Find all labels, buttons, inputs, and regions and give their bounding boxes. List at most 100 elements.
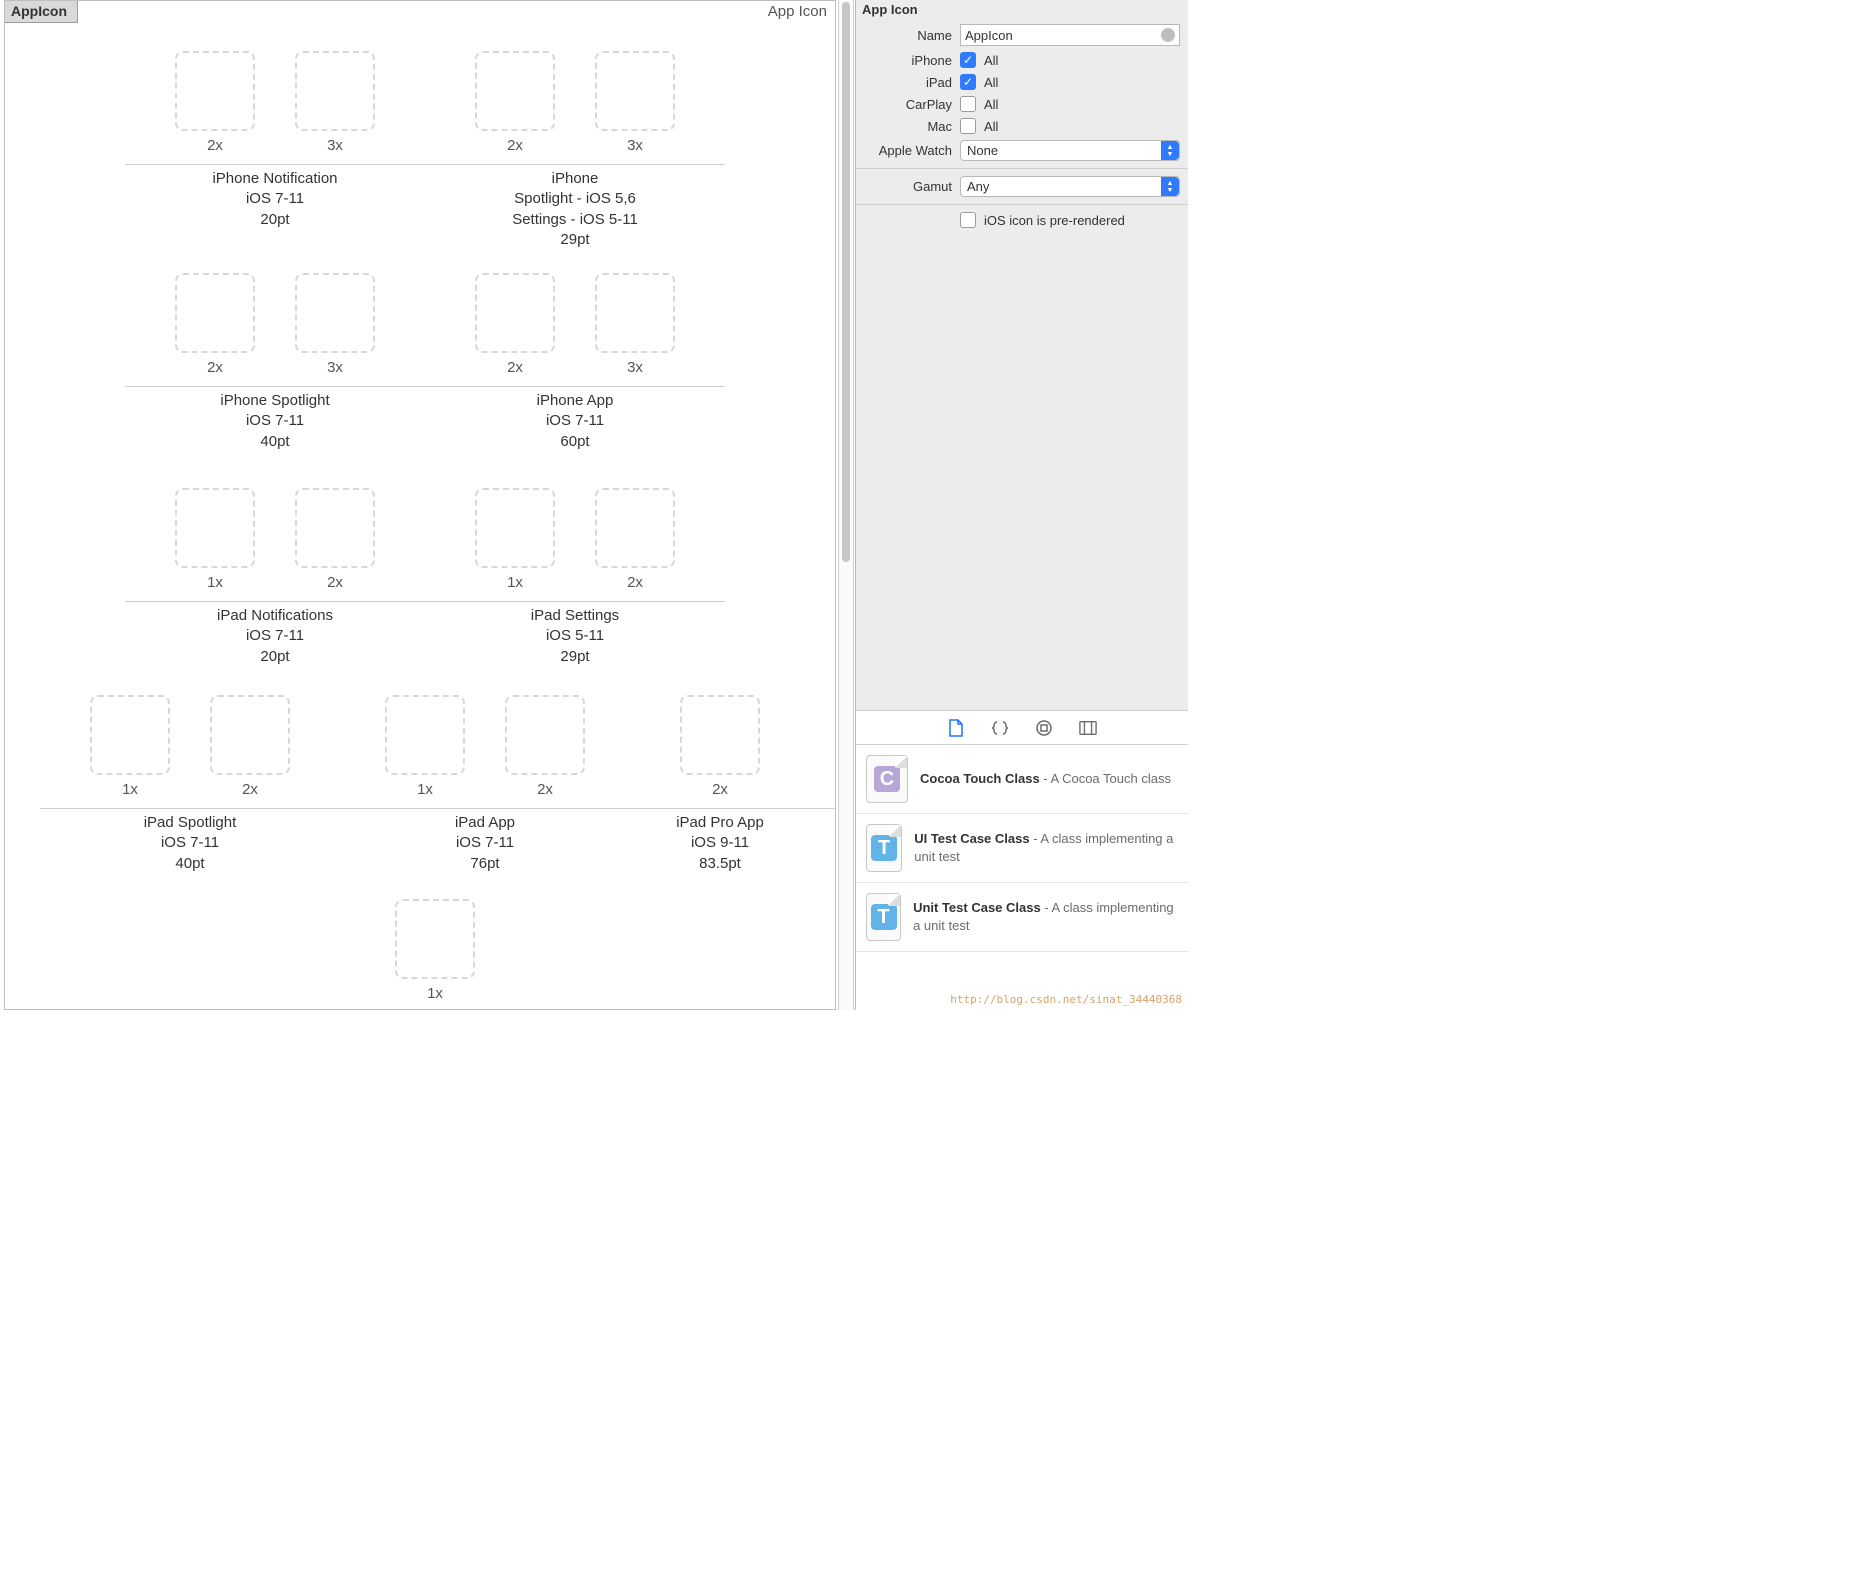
image-well[interactable]: [295, 51, 375, 131]
device-value: All: [984, 53, 998, 68]
asset-kind-label: App Icon: [768, 1, 827, 20]
scale-label: 2x: [242, 781, 258, 798]
image-well[interactable]: [295, 273, 375, 353]
library-item[interactable]: T UI Test Case Class - A class implementi…: [856, 814, 1188, 883]
code-snippet-tab-icon[interactable]: [991, 719, 1009, 737]
scale-label: 1x: [122, 781, 138, 798]
library-item-text: Unit Test Case Class - A class implement…: [913, 899, 1178, 934]
image-well[interactable]: [475, 51, 555, 131]
library-item[interactable]: CCocoa Touch Class - A Cocoa Touch class: [856, 745, 1188, 814]
name-label: Name: [856, 28, 952, 43]
scale-label: 3x: [627, 359, 643, 376]
image-well[interactable]: [680, 695, 760, 775]
device-value: All: [984, 75, 998, 90]
scale-label: 2x: [207, 137, 223, 154]
group-caption: iPad NotificationsiOS 7-1120pt: [125, 606, 425, 667]
scale-label: 3x: [627, 137, 643, 154]
watermark: http://blog.csdn.net/sinat_34440368: [950, 993, 1182, 1006]
clear-icon[interactable]: [1161, 28, 1175, 42]
inspector-row-mac: MacAll: [856, 115, 1188, 137]
scale-label: 1x: [417, 781, 433, 798]
scale-label: 2x: [712, 781, 728, 798]
device-checkbox[interactable]: [960, 118, 976, 134]
image-well[interactable]: [595, 273, 675, 353]
inspector-row-iphone: iPhone All: [856, 49, 1188, 71]
library-item[interactable]: T Unit Test Case Class - A class implemen…: [856, 883, 1188, 952]
device-checkbox[interactable]: [960, 96, 976, 112]
chevron-updown-icon: ▲▼: [1161, 141, 1179, 160]
inspector-title: App Icon: [856, 0, 1188, 21]
icon-group: 2x 3x iPhone SpotlightiOS 7-1140pt: [125, 273, 425, 452]
image-well[interactable]: [175, 51, 255, 131]
device-value: All: [984, 97, 998, 112]
group-caption: iPhoneSpotlight - iOS 5,6Settings - iOS …: [425, 169, 725, 250]
image-well[interactable]: [475, 273, 555, 353]
asset-chip[interactable]: AppIcon: [5, 1, 78, 23]
scale-label: 3x: [327, 359, 343, 376]
scale-label: 2x: [507, 359, 523, 376]
applewatch-label: Apple Watch: [856, 143, 952, 158]
name-field[interactable]: AppIcon: [960, 24, 1180, 46]
gamut-popup[interactable]: Any ▲▼: [960, 176, 1180, 197]
scale-label: 2x: [207, 359, 223, 376]
image-well[interactable]: [595, 488, 675, 568]
file-template-tab-icon[interactable]: [947, 719, 965, 737]
library-list[interactable]: CCocoa Touch Class - A Cocoa Touch class…: [856, 745, 1188, 1010]
name-value: AppIcon: [965, 28, 1013, 43]
inspector-row-carplay: CarPlayAll: [856, 93, 1188, 115]
image-well[interactable]: [595, 51, 675, 131]
image-well[interactable]: [475, 488, 555, 568]
image-well[interactable]: [90, 695, 170, 775]
device-checkbox[interactable]: [960, 74, 976, 90]
template-file-icon: T: [866, 893, 901, 941]
image-well[interactable]: [385, 695, 465, 775]
device-label: iPhone: [856, 53, 952, 68]
image-well[interactable]: [175, 488, 255, 568]
icon-group: 1x2xiPad SpotlightiOS 7-1140pt: [40, 695, 340, 874]
scale-label: 2x: [537, 781, 553, 798]
image-well[interactable]: [395, 899, 475, 979]
icon-group: 2x 3x iPhone AppiOS 7-1160pt: [425, 273, 725, 452]
scale-label: 2x: [627, 574, 643, 591]
group-caption: iPhone SpotlightiOS 7-1140pt: [125, 391, 425, 452]
library-item-text: UI Test Case Class - A class implementin…: [914, 830, 1178, 865]
media-tab-icon[interactable]: [1079, 719, 1097, 737]
scale-label: 3x: [327, 137, 343, 154]
applewatch-popup[interactable]: None ▲▼: [960, 140, 1180, 161]
object-tab-icon[interactable]: [1035, 719, 1053, 737]
inspector-panel: App Icon Name AppIcon iPhoneAlliPadAllCa…: [855, 0, 1188, 710]
group-caption: iPhone AppiOS 7-1160pt: [425, 391, 725, 452]
icon-group: 1x2xiPad SettingsiOS 5-1129pt: [425, 488, 725, 667]
image-well[interactable]: [210, 695, 290, 775]
separator: [856, 204, 1188, 205]
inspector-row-prerendered: iOS icon is pre-rendered: [856, 209, 1188, 231]
icon-group: 2x 3x iPhoneSpotlight - iOS 5,6Settings - …: [425, 51, 725, 250]
library-item-text: Cocoa Touch Class - A Cocoa Touch class: [920, 770, 1171, 788]
image-well[interactable]: [505, 695, 585, 775]
group-caption: iPhone NotificationiOS 7-1120pt: [125, 169, 425, 230]
separator: [856, 168, 1188, 169]
device-checkbox[interactable]: [960, 52, 976, 68]
image-well[interactable]: [295, 488, 375, 568]
inspector-row-ipad: iPad All: [856, 71, 1188, 93]
prerendered-checkbox[interactable]: [960, 212, 976, 228]
gamut-label: Gamut: [856, 179, 952, 194]
applewatch-value: None: [967, 143, 998, 158]
editor-scrollbar[interactable]: [838, 0, 854, 1010]
library-panel: CCocoa Touch Class - A Cocoa Touch class…: [855, 710, 1188, 1010]
image-well[interactable]: [175, 273, 255, 353]
scrollbar-thumb[interactable]: [842, 2, 850, 562]
device-label: iPad: [856, 75, 952, 90]
inspector-row-applewatch: Apple Watch None ▲▼: [856, 137, 1188, 164]
library-tabs: [856, 711, 1188, 745]
inspector-row-name: Name AppIcon: [856, 21, 1188, 49]
scale-label: 2x: [327, 574, 343, 591]
icon-group: 1x: [335, 899, 535, 1002]
icon-group: 2x iPad Pro AppiOS 9-1183.5pt: [580, 695, 836, 874]
group-caption: iPad Pro AppiOS 9-1183.5pt: [580, 813, 836, 874]
prerendered-label: iOS icon is pre-rendered: [984, 213, 1125, 228]
scale-label: 2x: [507, 137, 523, 154]
device-label: Mac: [856, 119, 952, 134]
template-file-icon: T: [866, 824, 902, 872]
scale-label: 1x: [207, 574, 223, 591]
